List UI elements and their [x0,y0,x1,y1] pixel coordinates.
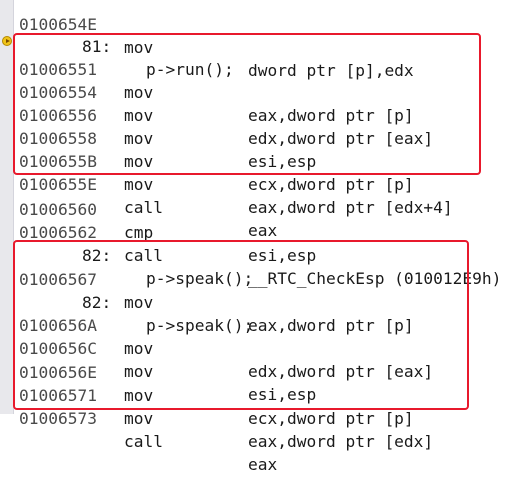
asm-line[interactable]: 01006560 cmp esi,esp [0,175,316,265]
asm-mnemonic: mov [124,386,154,405]
asm-operands: esi,esp [248,385,317,404]
asm-mnemonic: mov [124,106,154,125]
asm-mnemonic: call [124,198,163,217]
asm-line[interactable]: 01006554 mov edx,dword ptr [eax] [0,58,433,148]
asm-operands: eax,dword ptr [edx+4] [248,198,453,217]
asm-operands: esi,esp [248,152,317,171]
asm-mnemonic: mov [124,339,154,358]
source-line[interactable]: 82: p->speak(); [0,221,253,288]
source-line[interactable]: 82: p->speak(); [0,268,253,335]
asm-line[interactable]: 01006551 mov eax,dword ptr [p] [0,35,414,125]
asm-line[interactable]: 0100656C mov esi,esp [0,314,316,404]
source-line-number: 81: [82,37,112,56]
asm-line[interactable]: 01006571 mov eax,dword ptr [edx] [0,361,433,451]
source-line-number: 82: [82,246,112,265]
source-code: p->speak(); [146,269,254,288]
asm-operands: eax,dword ptr [edx] [248,432,434,451]
asm-mnemonic: mov [124,83,154,102]
asm-operands: edx,dword ptr [eax] [248,362,434,381]
asm-mnemonic: mov [124,409,154,428]
asm-operands: dword ptr [p],edx [248,61,414,80]
source-code: p->speak(); [146,316,254,335]
asm-line[interactable]: 01006562 call __RTC_CheckEsp (010012E9h) [0,198,501,288]
asm-operands: eax [248,455,278,474]
asm-mnemonic: call [124,246,163,265]
asm-operands: eax,dword ptr [p] [248,106,414,125]
asm-line[interactable]: 01006556 mov esi,esp [0,81,316,171]
asm-mnemonic: mov [124,175,154,194]
source-line-number: 82: [82,293,112,312]
asm-operands: edx,dword ptr [eax] [248,129,434,148]
asm-operands: eax,dword ptr [p] [248,316,414,335]
asm-mnemonic: mov [124,293,154,312]
source-line[interactable]: 81: p->run(); [0,12,234,79]
asm-operands: esi,esp [248,246,317,265]
asm-mnemonic: mov [124,129,154,148]
asm-line[interactable]: 0100655E call eax [0,150,277,240]
asm-operands: ecx,dword ptr [p] [248,175,414,194]
asm-operands: eax [248,221,278,240]
source-code: p->run(); [146,60,234,79]
asm-mnemonic: mov [124,38,154,57]
asm-line[interactable]: 0100656A mov edx,dword ptr [eax] [0,291,433,381]
asm-line[interactable]: 0100655B mov eax,dword ptr [edx+4] [0,127,453,217]
asm-line[interactable]: 01006558 mov ecx,dword ptr [p] [0,104,414,194]
asm-mnemonic: mov [124,362,154,381]
asm-operands: __RTC_CheckEsp (010012E9h) [248,269,502,288]
asm-operands: ecx,dword ptr [p] [248,409,414,428]
asm-address: 01006573 [19,409,97,428]
asm-mnemonic: cmp [124,223,154,242]
asm-line[interactable]: 0100656E mov ecx,dword ptr [p] [0,338,414,428]
asm-line[interactable]: 01006573 call eax [0,384,277,474]
asm-line[interactable]: 01006567 mov eax,dword ptr [p] [0,245,414,335]
asm-mnemonic: mov [124,152,154,171]
asm-mnemonic: call [124,432,163,451]
